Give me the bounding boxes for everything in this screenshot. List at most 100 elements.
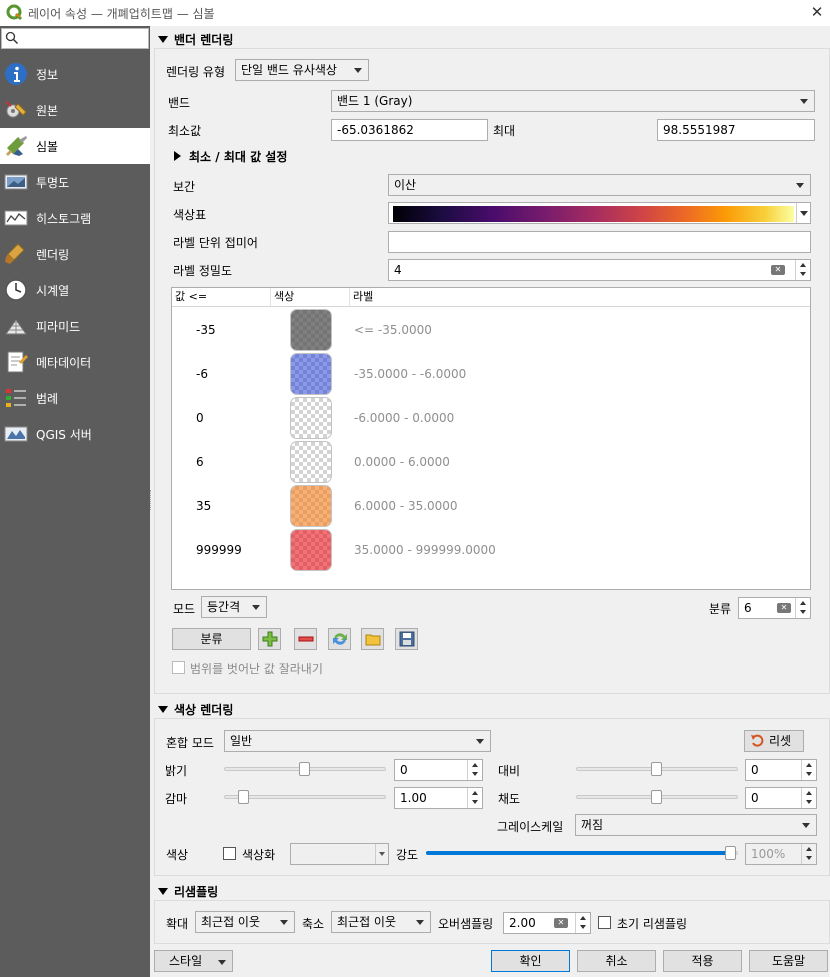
resampling-header[interactable]: 리샘플링 xyxy=(158,883,218,900)
class-color-swatch[interactable] xyxy=(290,529,332,571)
clear-icon[interactable]: ✕ xyxy=(771,265,785,275)
slider-handle[interactable] xyxy=(651,762,662,776)
sidebar-item-label: 투명도 xyxy=(36,176,70,190)
min-value-input[interactable]: -65.0361862 xyxy=(331,119,488,141)
column-header-label[interactable]: 라벨 xyxy=(350,288,810,307)
saturation-input[interactable]: 0 xyxy=(745,787,817,809)
brightness-input[interactable]: 0 xyxy=(394,759,483,781)
mode-select[interactable]: 등간격 xyxy=(201,596,267,618)
slider-handle[interactable] xyxy=(725,846,736,860)
class-value: 0 xyxy=(196,411,204,425)
color-rendering-header[interactable]: 색상 렌더링 xyxy=(158,701,233,718)
sidebar-item-rendering[interactable]: 렌더링 xyxy=(0,236,150,272)
class-color-swatch[interactable] xyxy=(290,441,332,483)
spin-buttons[interactable] xyxy=(575,913,590,933)
sidebar-item-symbology[interactable]: 심볼 xyxy=(0,128,150,164)
class-color-swatch[interactable] xyxy=(290,353,332,395)
sidebar-item-pyramids[interactable]: 피라미드 xyxy=(0,308,150,344)
class-label: 0.0000 - 6.0000 xyxy=(354,455,450,469)
table-row[interactable]: -35 <= -35.0000 xyxy=(172,308,810,352)
contrast-input[interactable]: 0 xyxy=(745,759,817,781)
table-row[interactable]: 999999 35.0000 - 999999.0000 xyxy=(172,528,810,572)
column-header-value[interactable]: 값 <= xyxy=(172,288,271,307)
label-suffix-input[interactable] xyxy=(388,231,811,253)
export-colors-button[interactable] xyxy=(395,628,418,650)
mode-label: 모드 xyxy=(173,602,196,616)
table-row[interactable]: 35 6.0000 - 35.0000 xyxy=(172,484,810,528)
sidebar-search-input[interactable] xyxy=(1,28,149,49)
help-button[interactable]: 도움말 xyxy=(749,950,828,972)
add-class-button[interactable] xyxy=(258,628,281,650)
plus-icon xyxy=(262,631,278,647)
interpolation-select[interactable]: 이산 xyxy=(388,174,811,196)
colorize-checkbox[interactable] xyxy=(223,847,236,860)
apply-button[interactable]: 적용 xyxy=(663,950,742,972)
render-type-select[interactable]: 단일 밴드 유사색상 xyxy=(235,59,369,81)
table-row[interactable]: -6 -35.0000 - -6.0000 xyxy=(172,352,810,396)
spin-buttons[interactable] xyxy=(467,760,482,780)
clear-icon[interactable]: ✕ xyxy=(777,603,791,613)
table-row[interactable]: 0 -6.0000 - 0.0000 xyxy=(172,396,810,440)
chevron-down-icon xyxy=(476,739,484,744)
interpolation-label: 보간 xyxy=(173,180,196,194)
symbology-icon xyxy=(6,136,27,156)
zoom-in-select[interactable]: 최근접 이웃 xyxy=(195,911,295,933)
reset-button[interactable]: 리셋 xyxy=(744,730,804,752)
load-colors-button[interactable] xyxy=(361,628,384,650)
band-rendering-header[interactable]: 밴더 렌더링 xyxy=(158,31,233,48)
brightness-slider[interactable] xyxy=(224,758,386,780)
reverse-colors-button[interactable] xyxy=(328,628,351,650)
chevron-down-icon[interactable] xyxy=(796,203,810,223)
band-select[interactable]: 밴드 1 (Gray) xyxy=(331,90,815,112)
contrast-slider[interactable] xyxy=(576,758,738,780)
spin-buttons[interactable] xyxy=(801,760,816,780)
sidebar-item-qgis-server[interactable]: QGIS 서버 xyxy=(0,416,150,452)
class-color-swatch[interactable] xyxy=(290,309,332,351)
sidebar-item-temporal[interactable]: 시계열 xyxy=(0,272,150,308)
class-value: -6 xyxy=(196,367,208,381)
slider-handle[interactable] xyxy=(651,790,662,804)
class-color-swatch[interactable] xyxy=(290,397,332,439)
column-header-color[interactable]: 색상 xyxy=(271,288,350,307)
table-row[interactable]: 6 0.0000 - 6.0000 xyxy=(172,440,810,484)
chevron-down-icon[interactable] xyxy=(375,844,388,864)
slider-handle[interactable] xyxy=(238,790,249,804)
sidebar-item-info[interactable]: 정보 xyxy=(0,56,150,92)
spin-buttons[interactable] xyxy=(467,788,482,808)
sidebar-item-source[interactable]: 원본 xyxy=(0,92,150,128)
spin-buttons[interactable] xyxy=(795,598,810,618)
blend-mode-select[interactable]: 일반 xyxy=(224,730,491,752)
spin-buttons[interactable] xyxy=(795,260,810,280)
colorize-label: 색상화 xyxy=(242,848,276,862)
sidebar-item-transparency[interactable]: 투명도 xyxy=(0,164,150,200)
style-button[interactable]: 스타일 xyxy=(154,950,233,972)
max-value-input[interactable]: 98.5551987 xyxy=(657,119,815,141)
colorize-color-button[interactable] xyxy=(290,843,389,865)
gamma-input[interactable]: 1.00 xyxy=(394,787,483,809)
clip-out-of-range-checkbox[interactable] xyxy=(172,661,185,674)
classes-count-input[interactable]: 6 ✕ xyxy=(738,597,811,619)
label-precision-input[interactable]: 4 ✕ xyxy=(388,259,811,281)
slider-handle[interactable] xyxy=(299,762,310,776)
remove-class-button[interactable] xyxy=(294,628,317,650)
grayscale-select[interactable]: 꺼짐 xyxy=(575,814,817,836)
ok-button[interactable]: 확인 xyxy=(491,950,570,972)
class-color-swatch[interactable] xyxy=(290,485,332,527)
sidebar-item-metadata[interactable]: 메타데이터 xyxy=(0,344,150,380)
collapse-arrow-icon xyxy=(158,888,168,895)
zoom-out-select[interactable]: 최근접 이웃 xyxy=(331,911,431,933)
oversampling-input[interactable]: 2.00 ✕ xyxy=(503,912,591,934)
minmax-settings-toggle[interactable]: 최소 / 최대 값 설정 xyxy=(174,148,287,165)
clear-icon[interactable]: ✕ xyxy=(554,918,568,928)
classify-button[interactable]: 분류 xyxy=(172,628,251,650)
sidebar-item-histogram[interactable]: 히스토그램 xyxy=(0,200,150,236)
cancel-button[interactable]: 취소 xyxy=(577,950,656,972)
close-button[interactable]: ✕ xyxy=(808,3,826,21)
sidebar-item-legend[interactable]: 범례 xyxy=(0,380,150,416)
spin-buttons[interactable] xyxy=(801,788,816,808)
gamma-slider[interactable] xyxy=(224,786,386,808)
early-resampling-checkbox[interactable] xyxy=(598,916,611,929)
strength-slider[interactable] xyxy=(426,842,738,864)
saturation-slider[interactable] xyxy=(576,786,738,808)
color-ramp-button[interactable] xyxy=(388,202,811,224)
